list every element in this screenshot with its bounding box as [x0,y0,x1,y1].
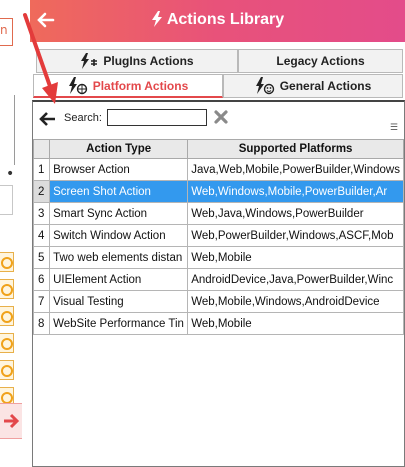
action-type-cell[interactable]: Screen Shot Action [49,180,189,203]
row-number: 6 [32,268,51,291]
row-number: 8 [32,312,51,335]
column-header-index[interactable] [32,139,51,159]
platforms-cell[interactable]: Java,Web,Mobile,PowerBuilder,Windows [187,158,404,181]
row-number: 2 [32,180,51,203]
action-type-cell[interactable]: UIElement Action [49,268,189,291]
tab-platform-actions-label: Platform Actions [92,78,189,93]
coin-icon[interactable] [0,279,14,299]
row-number: 7 [32,290,51,313]
table-row[interactable]: 6 UIElement Action AndroidDevice,Java,Po… [32,268,404,291]
action-type-cell[interactable]: Switch Window Action [49,224,189,247]
table-row[interactable]: 5 Two web elements distan Web,Mobile [32,246,404,269]
action-type-cell[interactable]: Browser Action [49,158,189,181]
action-type-cell[interactable]: Smart Sync Action [49,202,189,225]
tab-row-1: PlugIns Actions Legacy Actions [30,49,405,74]
table-row[interactable]: 3 Smart Sync Action Web,Java,Windows,Pow… [32,202,404,225]
platforms-cell[interactable]: AndroidDevice,Java,PowerBuilder,Winc [187,268,404,291]
plugin-bolt-icon [80,53,98,69]
lightning-icon [151,11,162,27]
arrow-right-icon [4,413,20,429]
table-header-row: Action Type Supported Platforms [32,139,404,159]
actions-table: Action Type Supported Platforms 1 Browse… [32,139,404,335]
platforms-cell[interactable]: Web,Mobile [187,312,404,335]
general-bolt-icon [255,77,275,95]
action-type-cell[interactable]: Two web elements distan [49,246,189,269]
actions-content: Search: ☰ Action Type Supported Platform… [32,100,405,467]
search-input[interactable] [107,109,207,126]
tab-general-actions[interactable]: General Actions [223,74,403,98]
back-arrow-icon[interactable] [39,111,57,127]
table-row[interactable]: 7 Visual Testing Web,Mobile,Windows,Andr… [32,290,404,313]
platforms-cell[interactable]: Web,Mobile,Windows,AndroidDevice [187,290,404,313]
grid-menu-icon[interactable]: ☰ [390,123,398,133]
left-bullet: • [6,166,15,182]
left-icon-list [0,252,14,414]
left-selected-item[interactable] [0,403,22,439]
coin-icon[interactable] [0,360,14,380]
tab-general-actions-label: General Actions [279,79,372,93]
annotation-arrow-icon [23,13,58,104]
column-header-action-type[interactable]: Action Type [49,139,189,159]
row-number: 4 [32,224,51,247]
search-toolbar: Search: ☰ [33,102,404,136]
actions-library-panel: Actions Library PlugIns Actions Legacy A… [30,0,405,467]
tab-legacy-actions[interactable]: Legacy Actions [238,49,403,73]
left-top-tab[interactable]: n [0,18,13,46]
tab-plugins-actions[interactable]: PlugIns Actions [36,49,238,73]
coin-icon[interactable] [0,306,14,326]
table-row-selected[interactable]: 2 Screen Shot Action Web,Windows,Mobile,… [32,180,404,203]
platforms-cell[interactable]: Web,PowerBuilder,Windows,ASCF,Mob [187,224,404,247]
clear-search-icon[interactable] [214,110,228,124]
table-row[interactable]: 8 WebSite Performance Tin Web,Mobile [32,312,404,335]
row-number: 5 [32,246,51,269]
search-label: Search: [64,112,102,124]
platform-bolt-icon [68,76,88,95]
panel-title-text: Actions Library [166,11,285,28]
tab-row-2: Platform Actions General Actions [30,74,405,99]
platforms-cell[interactable]: Web,Java,Windows,PowerBuilder [187,202,404,225]
action-type-cell[interactable]: WebSite Performance Tin [49,312,189,335]
action-type-cell[interactable]: Visual Testing [49,290,189,313]
tab-legacy-actions-label: Legacy Actions [276,54,365,68]
coin-icon[interactable] [0,333,14,353]
row-number: 1 [32,158,51,181]
tab-plugins-actions-label: PlugIns Actions [103,54,194,68]
table-row[interactable]: 1 Browser Action Java,Web,Mobile,PowerBu… [32,158,404,181]
coin-icon[interactable] [0,252,14,272]
platforms-cell[interactable]: Web,Windows,Mobile,PowerBuilder,Ar [187,180,404,203]
left-top-tab-label: n [0,23,8,37]
table-row[interactable]: 4 Switch Window Action Web,PowerBuilder,… [32,224,404,247]
left-divider [14,95,15,165]
column-header-supported-platforms[interactable]: Supported Platforms [187,139,404,159]
platforms-cell[interactable]: Web,Mobile [187,246,404,269]
panel-title: Actions Library [30,11,405,29]
panel-header: Actions Library [30,0,405,42]
left-field[interactable] [0,185,13,215]
row-number: 3 [32,202,51,225]
